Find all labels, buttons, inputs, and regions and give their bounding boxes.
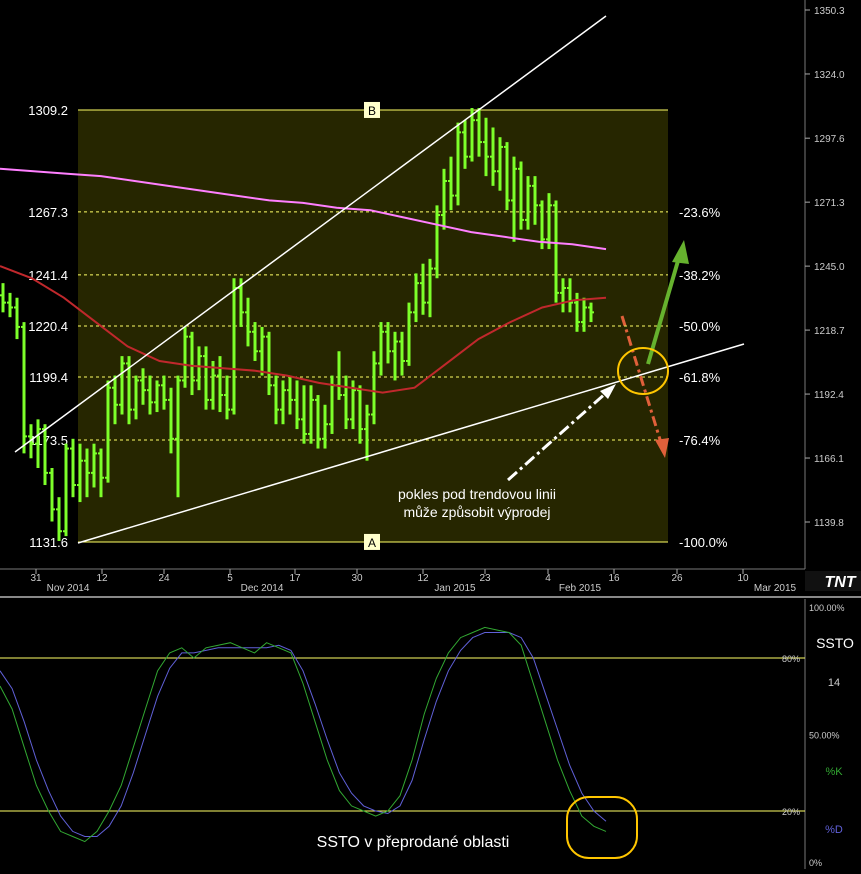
fib-anchor-label: B (368, 104, 376, 118)
trendline-annotation-line-1: pokles pod trendovou linii (398, 486, 556, 502)
price-axis-label: 1218.7 (814, 326, 845, 337)
price-axis-label: 1271.3 (814, 198, 845, 209)
price-axis-background (805, 0, 861, 569)
time-axis-month: Jan 2015 (434, 583, 476, 594)
fib-price-label: 1267.3 (28, 205, 68, 220)
stoch-axis-label: 0% (809, 858, 822, 868)
time-axis-month: Nov 2014 (47, 583, 90, 594)
time-axis-label: 16 (608, 573, 620, 584)
chart-window: 1309.2 B 1267.3 -23.6% 1241.4 -38.2% 1220.4 -50… (0, 0, 861, 869)
fib-price-label: 1173.5 (29, 433, 68, 448)
fib-percent-label: -76.4% (679, 433, 721, 448)
time-axis-label: 12 (417, 573, 429, 584)
indicator-title: SSTO (816, 635, 854, 651)
time-axis-label: 12 (96, 573, 108, 584)
time-axis-month: Mar 2015 (754, 583, 797, 594)
price-axis-label: 1297.6 (814, 134, 845, 145)
stochastic-annotation: SSTO v přeprodané oblasti (317, 834, 510, 851)
price-axis-label: 1245.0 (814, 262, 845, 273)
time-axis-background (0, 569, 805, 597)
fib-percent-label: -100.0% (679, 535, 728, 550)
fib-percent-label: -50.0% (679, 319, 721, 334)
price-axis-label: 1139.8 (814, 518, 844, 529)
k-legend: %K (825, 766, 843, 778)
indicator-parameter: 14 (828, 677, 840, 689)
time-axis-label: 5 (227, 573, 233, 584)
stoch-axis-label: 80% (782, 654, 800, 664)
fib-percent-label: -38.2% (679, 268, 721, 283)
price-axis-label: 1324.0 (814, 70, 845, 81)
fib-percent-label: -23.6% (679, 205, 721, 220)
time-axis-label: 4 (545, 573, 551, 584)
stoch-axis-label: 50.00% (809, 731, 840, 741)
stoch-axis-label: 100.00% (809, 603, 845, 613)
time-axis-label: 24 (158, 573, 170, 584)
time-axis-label: 30 (351, 573, 363, 584)
time-axis-label: 26 (671, 573, 683, 584)
svg-text:TNT: TNT (824, 574, 856, 591)
d-legend: %D (825, 824, 843, 836)
fib-percent-label: -61.8% (679, 370, 721, 385)
price-axis-label: 1350.3 (814, 6, 845, 17)
time-axis-label: 23 (479, 573, 491, 584)
time-axis-label: 31 (30, 573, 42, 584)
tnt-logo: TNT (805, 571, 861, 591)
time-axis-label: 10 (737, 573, 749, 584)
time-axis-month: Feb 2015 (559, 583, 602, 594)
price-axis-label: 1166.1 (814, 454, 844, 465)
fib-price-label: 1309.2 (28, 103, 68, 118)
time-axis-label: 17 (289, 573, 301, 584)
price-axis-label: 1192.4 (814, 390, 844, 401)
fib-price-label: 1131.6 (29, 535, 68, 550)
fib-price-label: 1220.4 (28, 319, 68, 334)
price-and-stochastic-chart: 1309.2 B1267.3 -23.6%1241.4 -38.2%1220.4 -50… (0, 0, 861, 869)
fib-anchor-label: A (368, 536, 376, 550)
trendline-annotation-line-2: může způsobit výprodej (403, 504, 550, 520)
fib-price-label: 1199.4 (29, 370, 68, 385)
time-axis-month: Dec 2014 (241, 583, 284, 594)
stoch-axis-label: 20% (782, 807, 800, 817)
